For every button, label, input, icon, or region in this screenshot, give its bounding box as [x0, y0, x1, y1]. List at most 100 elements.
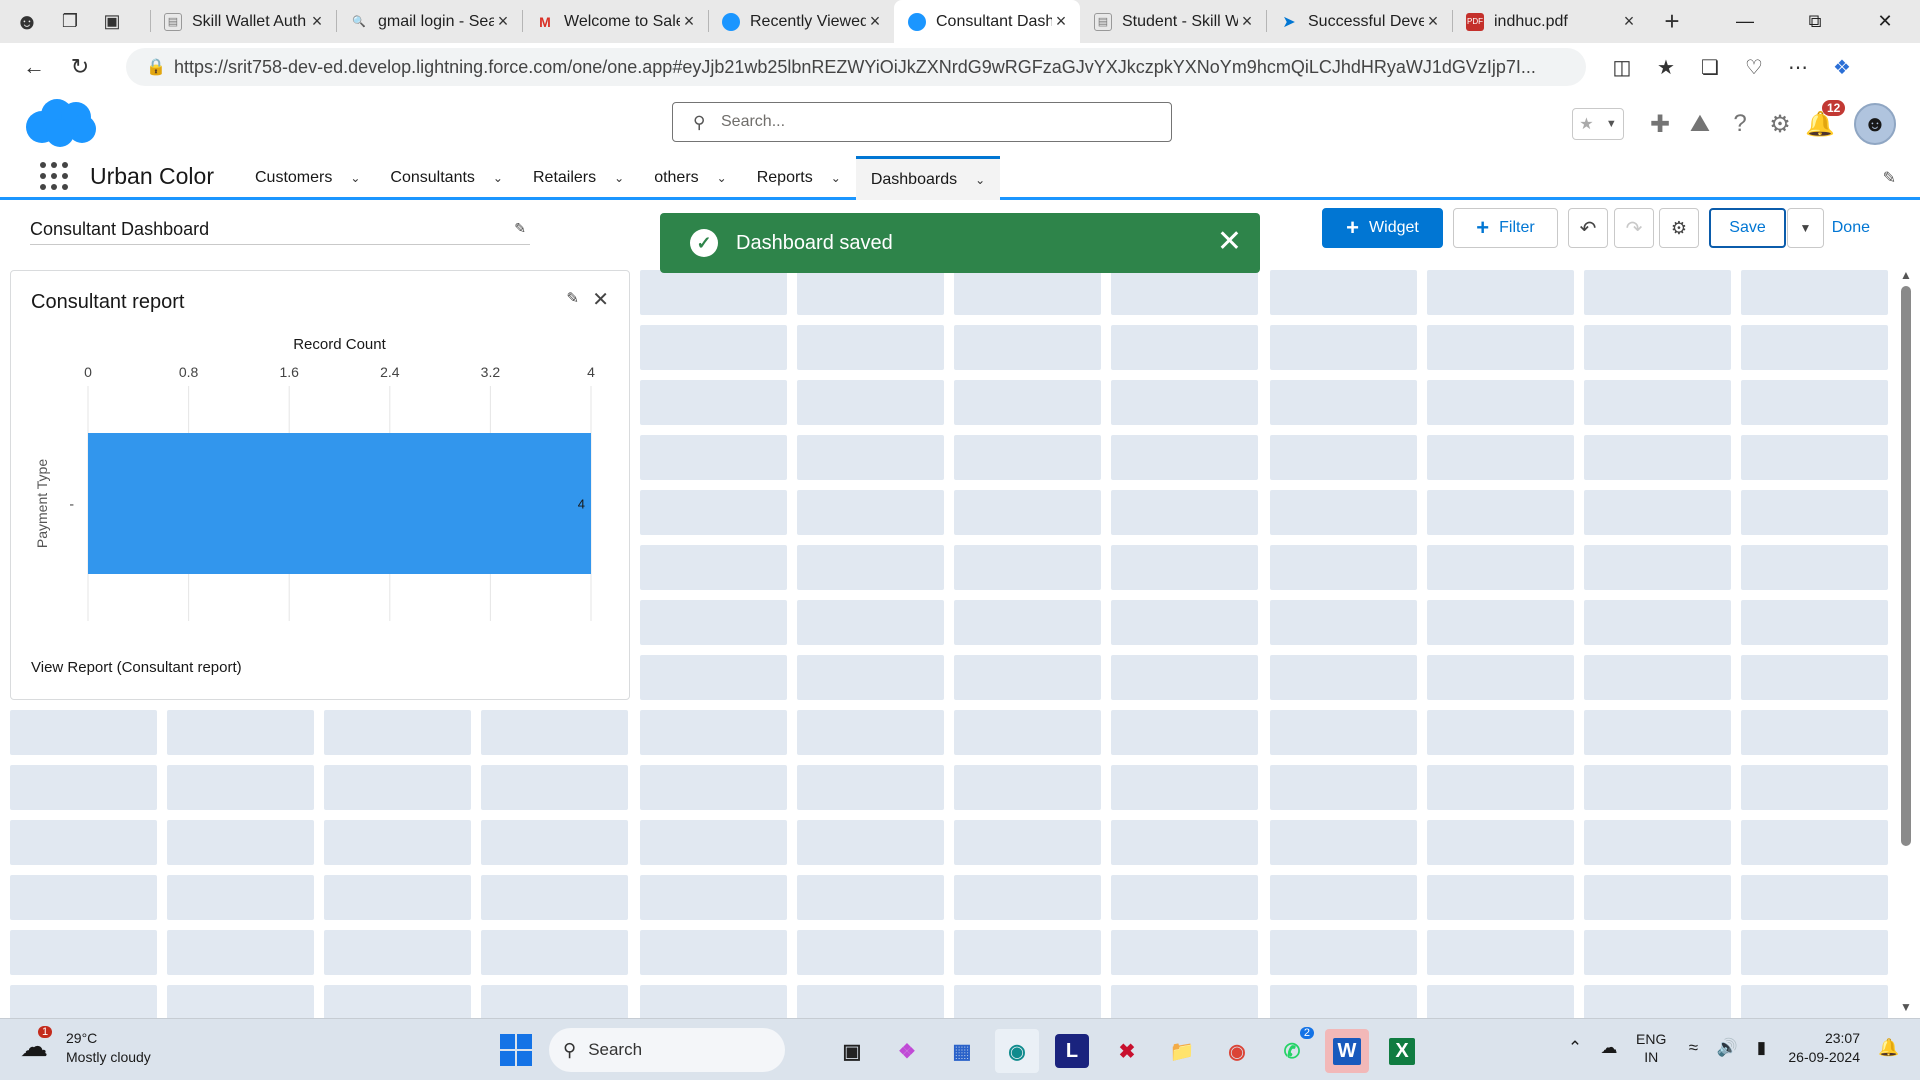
- scrollbar-thumb[interactable]: [1901, 286, 1911, 846]
- word-icon[interactable]: W: [1325, 1029, 1369, 1073]
- file-explorer-icon[interactable]: 📁: [1160, 1029, 1204, 1073]
- notifications-icon[interactable]: 🔔 12: [1800, 100, 1846, 144]
- show-hidden-icons-chevron-icon[interactable]: ⌃: [1558, 1038, 1592, 1058]
- browser-tab[interactable]: 🔍 gmail login - Sea ×: [336, 0, 522, 43]
- user-avatar[interactable]: ☻: [1854, 103, 1896, 145]
- chevron-down-icon[interactable]: ⌄: [614, 171, 624, 185]
- language-indicator[interactable]: ENG IN: [1636, 1030, 1666, 1066]
- back-icon[interactable]: ←: [16, 49, 52, 85]
- chevron-down-icon[interactable]: ⌄: [493, 171, 503, 185]
- taskbar-search-box[interactable]: ⚲ Search: [549, 1028, 785, 1072]
- profile-icon[interactable]: ☻: [10, 4, 44, 40]
- lenovo-vantage-icon[interactable]: L: [1055, 1034, 1089, 1068]
- edit-nav-pencil-icon[interactable]: ✎: [1883, 168, 1896, 188]
- restore-icon[interactable]: ⧉: [1780, 0, 1850, 43]
- mcafee-icon[interactable]: ✖: [1105, 1029, 1149, 1073]
- refresh-icon[interactable]: ↻: [62, 49, 98, 85]
- new-tab-icon[interactable]: +: [1654, 4, 1690, 40]
- workspaces-icon[interactable]: ❐: [52, 4, 88, 40]
- favorites-icon[interactable]: ★: [1644, 47, 1688, 87]
- microsoft-store-icon[interactable]: ▦: [940, 1029, 984, 1073]
- browser-tab[interactable]: Recently Viewed ×: [708, 0, 894, 43]
- copilot-icon[interactable]: ❖: [1820, 47, 1864, 87]
- remove-widget-close-icon[interactable]: ✕: [592, 287, 609, 312]
- close-tab-icon[interactable]: ×: [866, 11, 884, 32]
- save-menu-button[interactable]: ▼: [1787, 208, 1824, 248]
- done-button[interactable]: Done: [1832, 219, 1870, 237]
- volume-icon[interactable]: 🔊: [1710, 1038, 1744, 1058]
- notifications-bell-icon[interactable]: 🔔: [1872, 1038, 1906, 1058]
- browser-tab[interactable]: ▤ Skill Wallet Auth ×: [150, 0, 336, 43]
- help-icon[interactable]: ?: [1720, 104, 1760, 144]
- salesforce-logo[interactable]: [24, 97, 98, 149]
- nav-item-others[interactable]: others ⌄: [639, 156, 742, 200]
- browser-tab[interactable]: M Welcome to Sale ×: [522, 0, 708, 43]
- browser-essentials-icon[interactable]: ♡: [1732, 47, 1776, 87]
- browser-tab[interactable]: ➤ Successful Devel ×: [1266, 0, 1452, 43]
- weather-widget[interactable]: ☁ 1 29°C Mostly cloudy: [20, 1026, 151, 1067]
- page-scrollbar[interactable]: ▲ ▼: [1894, 262, 1920, 1018]
- favorites-button[interactable]: ★ ▼: [1572, 108, 1624, 140]
- dashboard-canvas[interactable]: Consultant report ✎ ✕ Record Count 0 0.8 1.…: [0, 262, 1906, 1018]
- collections-icon[interactable]: ❏: [1688, 47, 1732, 87]
- excel-icon[interactable]: X: [1380, 1029, 1424, 1073]
- close-window-icon[interactable]: ✕: [1850, 0, 1920, 43]
- taskbar-clock[interactable]: 23:07 26-09-2024: [1788, 1029, 1860, 1067]
- nav-item-retailers[interactable]: Retailers ⌄: [518, 156, 639, 200]
- properties-button[interactable]: ⚙: [1659, 208, 1699, 248]
- setup-gear-icon[interactable]: ⚙: [1760, 104, 1800, 144]
- chevron-down-icon[interactable]: ⌄: [717, 171, 727, 185]
- report-chart-widget[interactable]: Consultant report ✎ ✕ Record Count 0 0.8 1.…: [10, 270, 630, 700]
- chrome-icon[interactable]: ◉: [1215, 1029, 1259, 1073]
- close-tab-icon[interactable]: ×: [1424, 11, 1442, 32]
- close-tab-icon[interactable]: ×: [680, 11, 698, 32]
- nav-item-customers[interactable]: Customers ⌄: [240, 156, 375, 200]
- save-button[interactable]: Save: [1709, 208, 1786, 248]
- close-tab-icon[interactable]: ×: [494, 11, 512, 32]
- undo-button[interactable]: ↶: [1568, 208, 1608, 248]
- add-filter-button[interactable]: + Filter: [1453, 208, 1558, 248]
- split-screen-icon[interactable]: ◫: [1600, 47, 1644, 87]
- wifi-icon[interactable]: ≈: [1676, 1038, 1710, 1058]
- edit-widget-pencil-icon[interactable]: ✎: [566, 289, 579, 307]
- browser-tab[interactable]: PDF indhuc.pdf ×: [1452, 0, 1648, 43]
- global-search-input[interactable]: ⚲ Search...: [672, 102, 1172, 142]
- close-tab-icon[interactable]: ×: [1620, 11, 1638, 32]
- trailhead-icon[interactable]: ⛰: [1680, 104, 1720, 144]
- battery-icon[interactable]: ▮: [1744, 1038, 1778, 1058]
- address-bar[interactable]: 🔒 https://srit758-dev-ed.develop.lightni…: [126, 48, 1586, 86]
- chevron-down-icon[interactable]: ⌄: [831, 171, 841, 185]
- copilot-icon[interactable]: ❖: [885, 1029, 929, 1073]
- onedrive-cloud-icon[interactable]: ☁: [1592, 1038, 1626, 1058]
- close-tab-icon[interactable]: ×: [1238, 11, 1256, 32]
- windows-start-icon[interactable]: [500, 1034, 532, 1066]
- browser-tab[interactable]: ▤ Student - Skill W ×: [1080, 0, 1266, 43]
- dashboard-title-field[interactable]: Consultant Dashboard ✎: [30, 217, 530, 245]
- close-tab-icon[interactable]: ×: [1052, 11, 1070, 32]
- close-toast-icon[interactable]: ✕: [1217, 227, 1242, 257]
- app-launcher-icon[interactable]: [40, 162, 68, 190]
- scroll-down-icon[interactable]: ▼: [1900, 1000, 1912, 1014]
- global-actions-icon[interactable]: ✚: [1640, 104, 1680, 144]
- chevron-down-icon[interactable]: ⌄: [975, 173, 985, 187]
- nav-item-consultants[interactable]: Consultants ⌄: [375, 156, 518, 200]
- grid-placeholder-cell: [1270, 490, 1417, 535]
- minimize-icon[interactable]: —: [1710, 0, 1780, 43]
- edit-title-pencil-icon[interactable]: ✎: [514, 220, 526, 237]
- edge-browser-icon[interactable]: ◉: [995, 1029, 1039, 1073]
- more-icon[interactable]: ⋯: [1776, 47, 1820, 87]
- scroll-up-icon[interactable]: ▲: [1900, 268, 1912, 282]
- nav-item-reports[interactable]: Reports ⌄: [742, 156, 856, 200]
- grid-placeholder-cell: [1111, 325, 1258, 370]
- tab-actions-icon[interactable]: ▣: [94, 4, 130, 40]
- redo-button[interactable]: ↷: [1614, 208, 1654, 248]
- browser-tab-active[interactable]: Consultant Dash ×: [894, 0, 1080, 43]
- task-view-icon[interactable]: ▣: [830, 1029, 874, 1073]
- view-report-link[interactable]: View Report (Consultant report): [31, 659, 242, 676]
- nav-item-dashboards[interactable]: Dashboards ⌄: [855, 156, 1001, 200]
- lock-icon[interactable]: 🔒: [146, 57, 166, 77]
- add-widget-button[interactable]: + Widget: [1322, 208, 1443, 248]
- close-tab-icon[interactable]: ×: [308, 11, 326, 32]
- whatsapp-icon[interactable]: ✆ 2: [1270, 1027, 1314, 1073]
- chevron-down-icon[interactable]: ⌄: [350, 171, 360, 185]
